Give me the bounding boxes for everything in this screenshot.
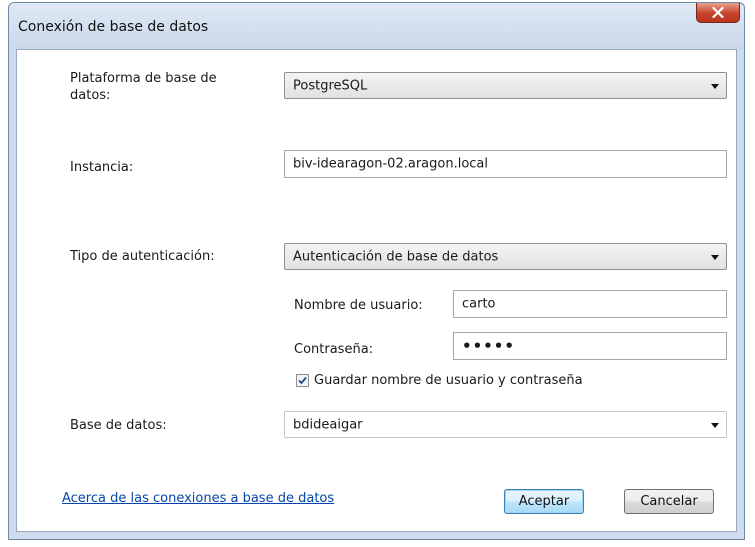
instance-label: Instancia: [70,160,134,175]
username-input[interactable]: carto [453,290,727,318]
dialog-window: Conexión de base de datos Plataforma de … [8,2,745,540]
close-button[interactable] [696,3,740,23]
platform-label: Plataforma de base de datos: [70,71,217,103]
dialog-content: Plataforma de base de datos: PostgreSQL … [16,49,737,532]
auth-type-value: Autenticación de base de datos [293,249,499,264]
instance-value: biv-idearagon-02.aragon.local [293,156,488,172]
save-credentials-checkbox[interactable] [296,374,309,387]
dialog-title: Conexión de base de datos [18,19,209,35]
database-value: bdideaigar [293,417,363,432]
password-label: Contraseña: [294,342,374,357]
help-link[interactable]: Acerca de las conexiones a base de datos [62,491,334,506]
auth-type-select[interactable]: Autenticación de base de datos [284,243,727,270]
password-value: ••••• [462,337,515,355]
chevron-down-icon [711,422,719,428]
auth-type-label: Tipo de autenticación: [70,249,215,264]
username-value: carto [462,296,496,312]
database-label: Base de datos: [70,418,167,433]
platform-value: PostgreSQL [293,78,368,93]
title-bar[interactable]: Conexión de base de datos [9,3,744,49]
username-label: Nombre de usuario: [294,298,423,313]
save-credentials-label[interactable]: Guardar nombre de usuario y contraseña [314,373,583,388]
platform-select[interactable]: PostgreSQL [284,72,727,99]
checkmark-icon [298,376,307,385]
database-select[interactable]: bdideaigar [284,411,727,438]
ok-button[interactable]: Aceptar [504,489,584,514]
cancel-button[interactable]: Cancelar [624,489,714,514]
password-input[interactable]: ••••• [453,332,727,360]
instance-input[interactable]: biv-idearagon-02.aragon.local [284,150,727,178]
chevron-down-icon [711,83,719,89]
close-icon [712,7,724,18]
chevron-down-icon [711,254,719,260]
